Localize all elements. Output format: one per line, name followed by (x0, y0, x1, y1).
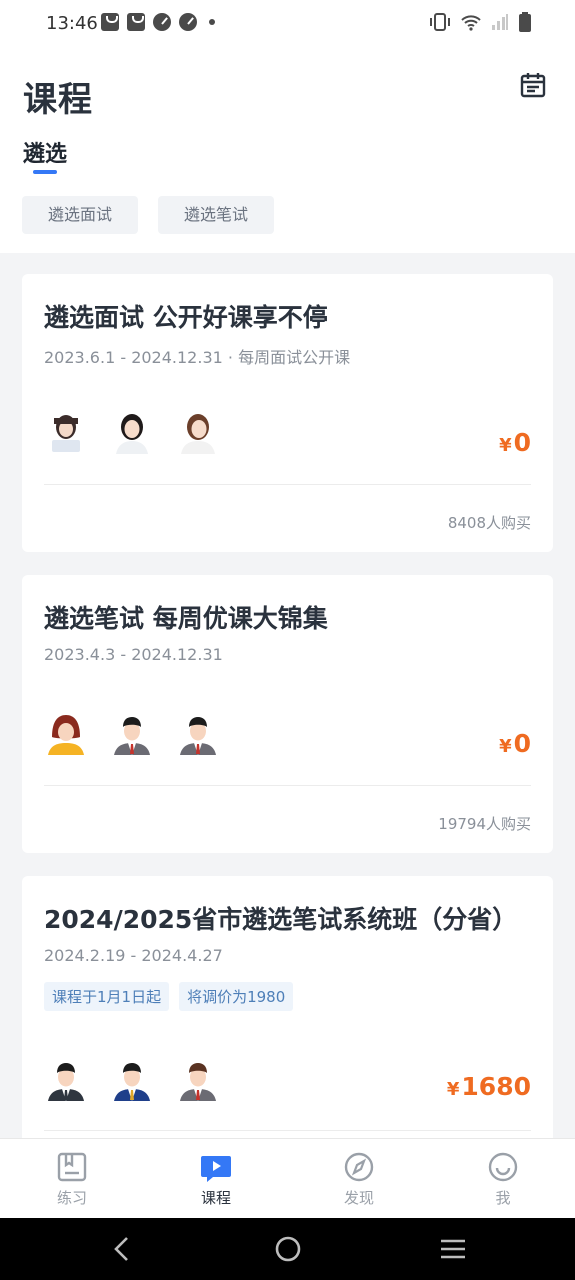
card-divider (44, 785, 531, 786)
tab-linxuan[interactable]: 遴选 (23, 136, 67, 168)
notification-icons (101, 13, 215, 31)
teacher-male-cartoon-avatar (114, 1063, 150, 1101)
teacher-male-cartoon-avatar (180, 717, 216, 755)
teacher-male-cartoon-avatar (180, 1063, 216, 1101)
price-amount: 0 (513, 729, 531, 758)
wifi-icon (461, 15, 481, 31)
buyer-count: 19794人购买 (438, 815, 531, 833)
calendar-icon[interactable] (520, 72, 546, 98)
teacher-male-cartoon-avatar (48, 1063, 84, 1101)
tab-practice[interactable]: 练习 (32, 1151, 112, 1208)
course-title: 遴选笔试 每周优课大锦集 (44, 604, 328, 633)
battery-icon (519, 12, 531, 32)
tab-label: 课程 (200, 1189, 231, 1207)
tab-courses[interactable]: 课程 (176, 1151, 256, 1208)
vibrate-icon (430, 13, 450, 31)
tab-label: 发现 (343, 1189, 374, 1207)
app-notification-icon (153, 13, 171, 31)
book-icon (57, 1152, 87, 1182)
teacher-female-avatar (44, 410, 88, 454)
course-title: 2024/2025省市遴选笔试系统班（分省） (44, 905, 518, 934)
back-icon[interactable] (110, 1235, 134, 1263)
compass-icon (344, 1152, 374, 1182)
course-price: ¥0 (499, 729, 531, 758)
currency-symbol: ¥ (446, 1079, 460, 1100)
teacher-female-avatar (110, 410, 154, 454)
status-bar: 13:46 (0, 0, 575, 48)
course-card[interactable]: 遴选面试 公开好课享不停 2023.6.1 - 2024.12.31 · 每周面… (22, 274, 553, 552)
page-title: 课程 (23, 80, 93, 120)
tab-me[interactable]: 我 (463, 1151, 543, 1208)
course-card[interactable]: 2024/2025省市遴选笔试系统班（分省） 2024.2.19 - 2024.… (22, 876, 553, 1138)
smile-icon (488, 1152, 518, 1182)
course-subtitle: 2023.6.1 - 2024.12.31 · 每周面试公开课 (44, 348, 351, 367)
course-card[interactable]: 遴选笔试 每周优课大锦集 2023.4.3 - 2024.12.31 ¥0 19… (22, 575, 553, 853)
teacher-avatars (44, 410, 220, 454)
app-notification-icon (179, 13, 197, 31)
buyer-count: 8408人购买 (447, 514, 531, 532)
system-icons (429, 12, 531, 32)
course-title: 遴选面试 公开好课享不停 (44, 303, 328, 332)
course-tags: 课程于1月1日起 将调价为1980 (44, 982, 294, 1011)
teacher-avatars (44, 1057, 220, 1101)
course-tag: 将调价为1980 (179, 982, 294, 1011)
price-amount: 1680 (461, 1072, 531, 1101)
bottom-tab-bar: 练习 课程 发现 我 (0, 1138, 575, 1219)
card-divider (44, 1130, 531, 1131)
tab-label: 练习 (56, 1189, 87, 1207)
status-time: 13:46 (46, 13, 98, 34)
tab-discover[interactable]: 发现 (319, 1151, 399, 1208)
course-subtitle: 2024.2.19 - 2024.4.27 (44, 946, 223, 965)
course-price: ¥1680 (447, 1072, 531, 1101)
price-amount: 0 (513, 428, 531, 457)
course-price: ¥0 (499, 428, 531, 457)
shopping-bag-icon (127, 13, 145, 31)
teacher-avatars (44, 711, 220, 755)
page-header: 课程 遴选 遴选面试 遴选笔试 (0, 48, 575, 253)
tab-indicator (33, 170, 57, 174)
teacher-female-avatar (176, 410, 220, 454)
shopping-bag-icon (101, 13, 119, 31)
tab-label: 我 (495, 1189, 511, 1207)
teacher-female-cartoon-avatar (48, 715, 84, 755)
play-icon (201, 1156, 231, 1182)
teacher-male-cartoon-avatar (114, 717, 150, 755)
signal-icon (492, 14, 508, 30)
chip-written-test[interactable]: 遴选笔试 (158, 196, 275, 234)
home-icon[interactable] (274, 1235, 302, 1263)
course-subtitle: 2023.4.3 - 2024.12.31 (44, 645, 223, 664)
course-tag: 课程于1月1日起 (44, 982, 170, 1011)
currency-symbol: ¥ (499, 736, 512, 757)
card-divider (44, 484, 531, 485)
more-notifications-dot-icon (209, 19, 215, 25)
recent-apps-icon[interactable] (439, 1235, 467, 1263)
system-navigation-bar (0, 1218, 575, 1280)
currency-symbol: ¥ (499, 435, 512, 456)
chip-interview[interactable]: 遴选面试 (22, 196, 139, 234)
